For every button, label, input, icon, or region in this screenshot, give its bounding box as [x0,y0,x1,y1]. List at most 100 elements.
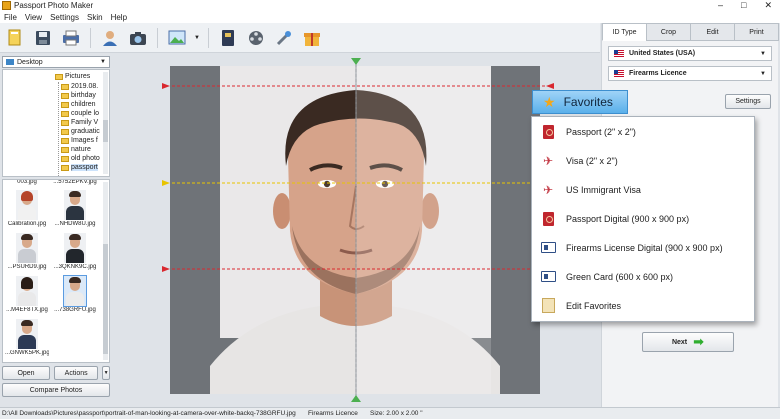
gift-icon[interactable] [301,27,323,49]
next-button[interactable]: Next ➡ [642,332,734,352]
favorites-item-firearms-license-digital[interactable]: Firearms License Digital (900 x 900 px) [532,233,754,262]
chevron-down-icon[interactable]: ▼ [194,35,200,41]
menu-settings[interactable]: Settings [50,13,79,22]
user-icon[interactable] [99,27,121,49]
toolbar-separator [90,27,91,48]
open-icon[interactable] [4,27,26,49]
tree-item[interactable]: Family V [61,118,98,127]
menu-bar: File View Settings Skin Help [0,11,780,23]
document-dropdown[interactable]: Firearms Licence ▼ [608,66,772,81]
tree-item[interactable]: Images f [61,136,98,145]
photo-thumbnail [16,276,38,306]
tree-item[interactable]: old photo [61,154,100,163]
compare-photos-button[interactable]: Compare Photos [2,383,110,397]
photo-thumbnail [64,233,86,263]
tree-item[interactable]: children [61,100,96,109]
chevron-down-icon: ▼ [100,59,106,65]
folder-dropdown-label: Desktop [17,58,43,66]
thumbnail-item-selected[interactable]: ...738GRFU.jpg [53,275,97,320]
actions-button[interactable]: Actions [54,366,99,380]
save-icon[interactable] [32,27,54,49]
toolbar: ▼ [0,23,600,53]
folder-icon [61,83,69,90]
star-icon: ★ [543,93,556,110]
photo-thumbnail [16,190,38,220]
photo-thumbnail [16,319,38,349]
menu-view[interactable]: View [25,13,42,22]
folder-icon [61,155,69,162]
title-bar: Passport Photo Maker – □ ✕ [0,0,780,11]
thumbnail-item[interactable]: ...M4EF8TX.jpg [5,276,49,320]
tab-id-type[interactable]: ID Type [602,23,647,41]
favorites-item-visa[interactable]: ✈ Visa (2" x 2") [532,146,754,175]
id-card-icon [540,269,556,285]
passport-icon [540,211,556,227]
plane-icon: ✈ [542,153,554,168]
thumbnail-item[interactable]: ...NHDW8U.jpg [53,190,97,234]
minimize-button[interactable]: – [718,0,723,11]
favorites-item-passport[interactable]: Passport (2" x 2") [532,117,754,146]
book-icon[interactable] [217,27,239,49]
thumbnail-item[interactable]: ...PSURD9.jpg [5,233,49,277]
favorites-item-green-card[interactable]: Green Card (600 x 600 px) [532,262,754,291]
tab-print[interactable]: Print [734,23,779,41]
tree-item-passport[interactable]: passport [61,163,98,172]
menu-help[interactable]: Help [111,13,127,22]
tree-item[interactable]: birthday [61,91,96,100]
folder-icon [61,110,69,117]
photo-thumbnail [63,275,87,307]
favorites-menu: Passport (2" x 2") ✈ Visa (2" x 2") ✈ US… [531,116,755,322]
chevron-down-icon: ▼ [760,70,766,77]
maximize-button[interactable]: □ [741,0,746,11]
tree-item[interactable]: 2019.08. [61,82,98,91]
film-icon[interactable] [245,27,267,49]
thumbnail-item[interactable]: ...3QKNK9C.jpg [53,233,97,277]
tree-item[interactable]: couple lo [61,109,99,118]
favorites-button[interactable]: ★ Favorites [532,90,628,114]
thumbnail-scrollbar[interactable] [103,182,108,360]
favorites-item-edit-favorites[interactable]: Edit Favorites [532,291,754,320]
thumbnail-item[interactable]: ...GNWK5PK.jpg [5,319,49,362]
actions-dropdown[interactable]: ▼ [102,366,110,380]
favorites-item-us-immigrant-visa[interactable]: ✈ US Immigrant Visa [532,175,754,204]
open-button[interactable]: Open [2,366,51,380]
image-icon[interactable] [166,27,188,49]
country-label: United States (USA) [629,50,696,57]
tab-crop[interactable]: Crop [646,23,691,41]
settings-button[interactable]: Settings [725,94,771,109]
tree-item[interactable]: graduatic [61,127,100,136]
tree-item[interactable]: nature [61,145,91,154]
tree-scrollbar[interactable] [103,72,108,174]
thumbnail-list[interactable]: 003.jpg ...5752EPKV.jpg Calibration.jpg … [2,179,110,363]
country-dropdown[interactable]: United States (USA) ▼ [608,46,772,61]
close-button[interactable]: ✕ [764,0,772,11]
status-path: D:\All Downloads\Pictures\passport\portr… [2,410,296,417]
tab-bar: ID Type Crop Edit Print [602,23,779,41]
status-size: Size: 2.00 x 2.00 " [370,410,423,417]
desktop-icon [6,59,14,65]
thumbnail-item[interactable]: Calibration.jpg [5,190,49,234]
menu-file[interactable]: File [4,13,17,22]
camera-icon[interactable] [127,27,149,49]
us-flag-icon [614,70,624,77]
photo-canvas[interactable] [112,56,598,406]
chevron-down-icon: ▼ [103,370,109,376]
favorites-item-passport-digital[interactable]: Passport Digital (900 x 900 px) [532,204,754,233]
tools-icon[interactable] [273,27,295,49]
photo-thumbnail [64,190,86,220]
status-document: Firearms Licence [308,410,358,417]
photo-thumbnail [16,233,38,263]
print-icon[interactable] [60,27,82,49]
folder-dropdown[interactable]: Desktop ▼ [2,56,110,68]
folder-icon [61,164,69,171]
tab-edit[interactable]: Edit [690,23,735,41]
tree-item-pictures[interactable]: Pictures [55,72,90,81]
passport-icon [540,124,556,140]
window-controls: – □ ✕ [718,0,780,11]
folder-tree[interactable]: Pictures 2019.08. birthday children coup… [2,69,110,177]
menu-skin[interactable]: Skin [87,13,103,22]
plane-icon: ✈ [542,182,554,197]
folder-icon [61,101,69,108]
status-bar: D:\All Downloads\Pictures\passport\portr… [0,407,780,419]
folder-icon [61,92,69,99]
